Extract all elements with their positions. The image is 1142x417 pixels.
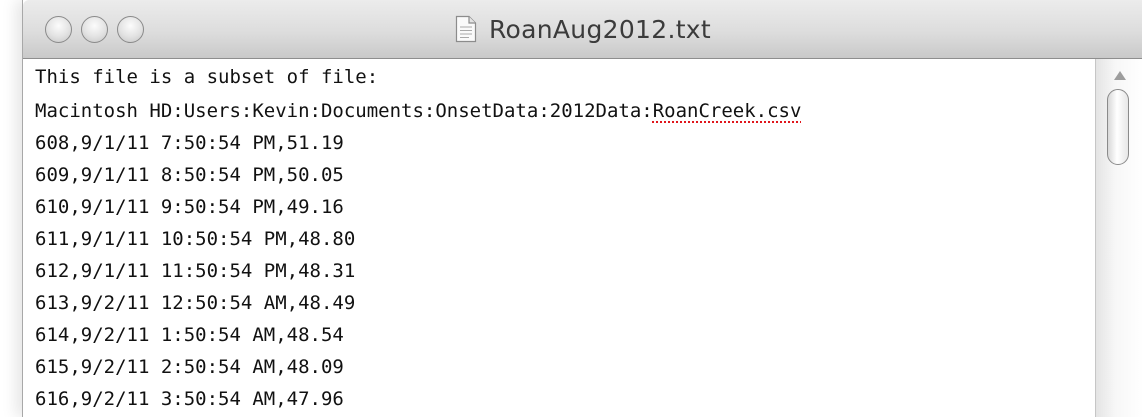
text-line-path: Macintosh HD:Users:Kevin:Documents:Onset… (35, 97, 801, 125)
text-line: 615,9/2/11 2:50:54 AM,48.09 (35, 356, 344, 378)
scroll-up-arrow-icon[interactable] (1114, 71, 1126, 80)
text-line: 611,9/1/11 10:50:54 PM,48.80 (35, 228, 356, 250)
document-icon (455, 15, 477, 43)
title-bar[interactable]: RoanAug2012.txt (23, 0, 1142, 59)
scrollbar-thumb[interactable] (1107, 89, 1129, 165)
text-area[interactable]: This file is a subset of file: Macintosh… (23, 59, 1095, 417)
text-line: 613,9/2/11 12:50:54 AM,48.49 (35, 292, 356, 314)
title-group: RoanAug2012.txt (23, 0, 1142, 58)
text-editor-window: RoanAug2012.txt This file is a subset of… (22, 0, 1142, 417)
text-line: 608,9/1/11 7:50:54 PM,51.19 (35, 132, 344, 154)
path-prefix: Macintosh HD:Users:Kevin:Documents:Onset… (35, 100, 653, 122)
text-line: 612,9/1/11 11:50:54 PM,48.31 (35, 260, 356, 282)
text-line: 614,9/2/11 1:50:54 AM,48.54 (35, 324, 344, 346)
text-line: 616,9/2/11 3:50:54 AM,47.96 (35, 388, 344, 410)
vertical-scrollbar[interactable] (1095, 59, 1142, 417)
text-line: 610,9/1/11 9:50:54 PM,49.16 (35, 196, 344, 218)
misspelled-word[interactable]: RoanCreek.csv (653, 100, 802, 122)
text-line: 609,9/1/11 8:50:54 PM,50.05 (35, 164, 344, 186)
window-title: RoanAug2012.txt (489, 14, 711, 44)
text-line: This file is a subset of file: (35, 66, 379, 88)
